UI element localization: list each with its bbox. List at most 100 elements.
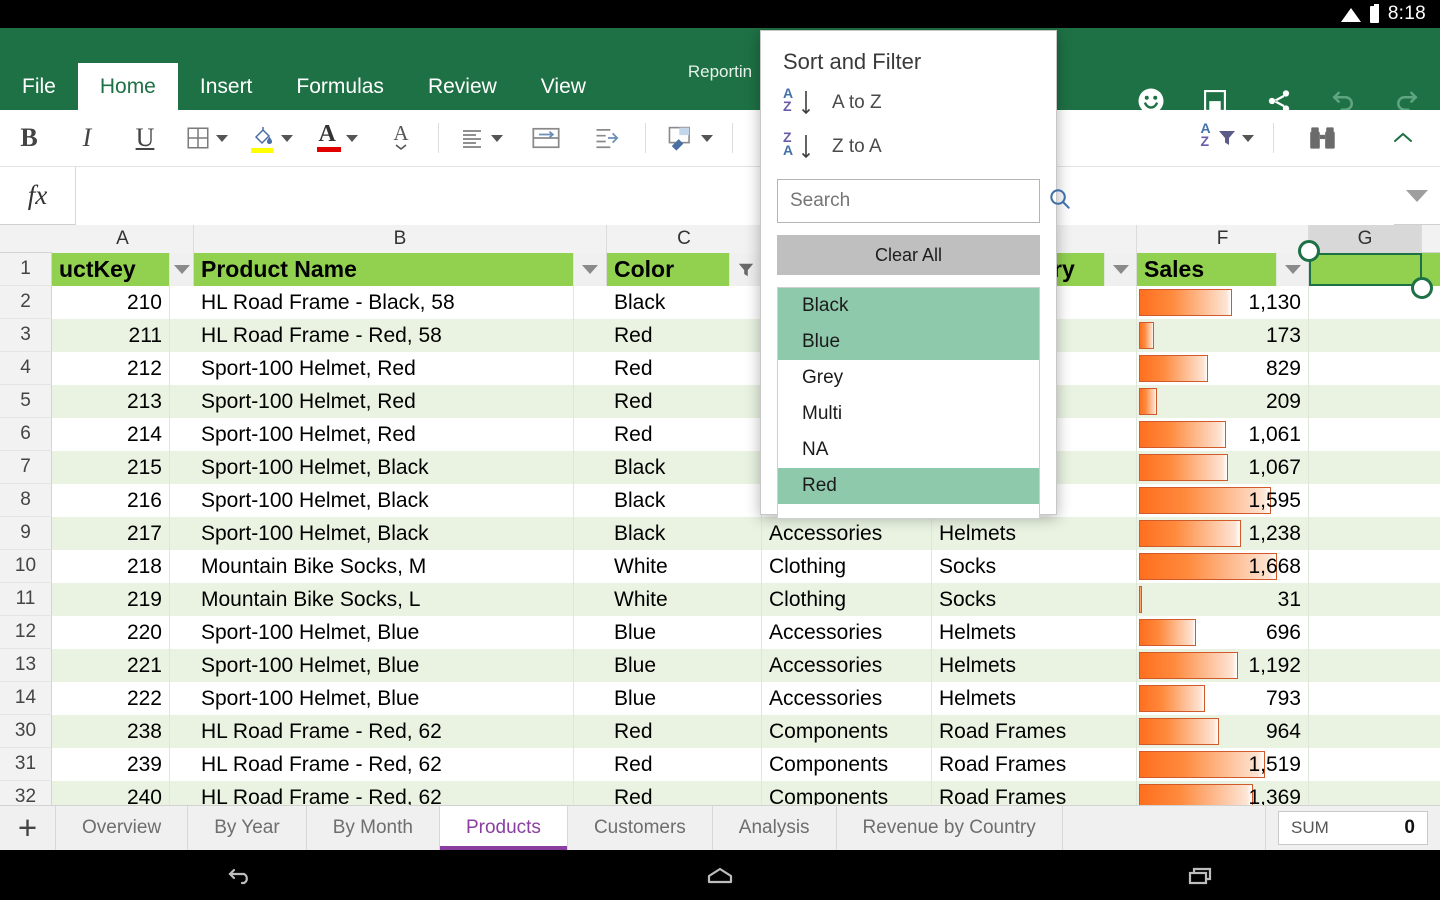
cell-sales[interactable]: 1,519 [1137, 748, 1309, 781]
table-row[interactable]: 214Sport-100 Helmet, RedRedAccessoriesHe… [52, 418, 1440, 451]
filter-item-black[interactable]: Black [778, 288, 1039, 324]
cell-subcategory[interactable]: Socks [932, 583, 1137, 616]
cell-subcategory[interactable]: Road Frames [932, 748, 1137, 781]
cell-key[interactable]: 214 [52, 418, 170, 451]
cell-key[interactable]: 213 [52, 385, 170, 418]
cell-color[interactable]: Blue [607, 616, 762, 649]
cell-category[interactable]: Accessories [762, 517, 932, 550]
cell-sales[interactable]: 696 [1137, 616, 1309, 649]
table-row[interactable]: 222 Sport-100 Helmet, Blue BlueAccessories… [52, 682, 1440, 715]
cell-key[interactable]: 219 [52, 583, 170, 616]
sort-filter-button[interactable]: AZ [1187, 122, 1267, 154]
cell-sales[interactable]: 1,668 [1137, 550, 1309, 583]
font-size-button[interactable]: A [370, 124, 432, 152]
selection-handle-bottom-right[interactable] [1411, 277, 1433, 299]
cell-color[interactable]: Blue [607, 682, 762, 715]
cell-sales[interactable]: 1,238 [1137, 517, 1309, 550]
table-row[interactable]: 215Sport-100 Helmet, BlackBlackAccessori… [52, 451, 1440, 484]
table-row[interactable]: 218Mountain Bike Socks, MWhiteClothingSo… [52, 550, 1440, 583]
row-header[interactable]: 1 [0, 253, 52, 286]
cell-category[interactable]: Accessories [762, 616, 932, 649]
row-header[interactable]: 14 [0, 682, 52, 715]
find-button[interactable] [1280, 124, 1366, 152]
table-row[interactable]: 219 Mountain Bike Socks, L WhiteClothingSo… [52, 583, 1440, 616]
column-header-g[interactable]: G [1309, 225, 1422, 253]
row-header[interactable]: 2 [0, 286, 52, 319]
borders-button[interactable] [174, 125, 238, 151]
cell-key[interactable]: 222 [52, 682, 170, 715]
table-row[interactable]: 216Sport-100 Helmet, BlackBlackAccessori… [52, 484, 1440, 517]
row-header[interactable]: 5 [0, 385, 52, 418]
ribbon-tab-home[interactable]: Home [78, 63, 178, 110]
cell-subcategory[interactable]: Road Frames [932, 715, 1137, 748]
cell-product[interactable]: Sport-100 Helmet, Blue [194, 682, 574, 715]
row-header[interactable]: 10 [0, 550, 52, 583]
cell-color[interactable]: White [607, 550, 762, 583]
filter-search-field[interactable] [777, 179, 1040, 223]
sheet-tab-by-month[interactable]: By Month [307, 806, 440, 850]
cell-sales[interactable]: 1,595 [1137, 484, 1309, 517]
cell-key[interactable]: 211 [52, 319, 170, 352]
cell-key[interactable]: 215 [52, 451, 170, 484]
table-row[interactable]: 213Sport-100 Helmet, RedRedAccessoriesHe… [52, 385, 1440, 418]
cell-sales[interactable]: 1,192 [1137, 649, 1309, 682]
table-row[interactable]: 220Sport-100 Helmet, BlueBlueAccessories… [52, 616, 1440, 649]
cell-category[interactable]: Accessories [762, 649, 932, 682]
cell-product[interactable]: Sport-100 Helmet, Black [194, 517, 574, 550]
bold-button[interactable]: B [0, 123, 58, 153]
cell-key[interactable]: 238 [52, 715, 170, 748]
cell-color[interactable]: Black [607, 451, 762, 484]
ribbon-tab-file[interactable]: File [0, 63, 78, 110]
table-row[interactable]: 238HL Road Frame - Red, 62RedComponentsR… [52, 715, 1440, 748]
cell-subcategory[interactable]: Road Frames [932, 781, 1137, 805]
row-header[interactable]: 32 [0, 781, 52, 805]
cell-sales[interactable]: 173 [1137, 319, 1309, 352]
cell-sales[interactable]: 964 [1137, 715, 1309, 748]
filter-active-icon[interactable] [730, 253, 762, 286]
cell-subcategory[interactable]: Helmets [932, 649, 1137, 682]
sort-and-filter-popup[interactable]: Sort and Filter AZ A to Z ZA Z to A Clea… [760, 30, 1057, 515]
filter-item-na[interactable]: NA [778, 432, 1039, 468]
cell-category[interactable]: Components [762, 715, 932, 748]
cell-product[interactable]: Sport-100 Helmet, Red [194, 352, 574, 385]
add-sheet-button[interactable]: + [0, 806, 56, 850]
row-header[interactable]: 4 [0, 352, 52, 385]
cell-category[interactable]: Components [762, 781, 932, 805]
table-row[interactable]: 221Sport-100 Helmet, BlueBlueAccessories… [52, 649, 1440, 682]
cell-product[interactable]: HL Road Frame - Red, 62 [194, 748, 574, 781]
spreadsheet-grid[interactable]: ABCDEFG 1uctKeyProduct NameColorCategory… [0, 225, 1440, 805]
cell-product[interactable]: Mountain Bike Socks, L [194, 583, 574, 616]
column-header-a[interactable]: A [52, 225, 194, 253]
cell-product[interactable]: Sport-100 Helmet, Black [194, 484, 574, 517]
cell-color[interactable]: Red [607, 715, 762, 748]
cell-category[interactable]: Components [762, 748, 932, 781]
column-header-f[interactable]: F [1137, 225, 1309, 253]
cell-color[interactable]: Red [607, 748, 762, 781]
cell-key[interactable]: 221 [52, 649, 170, 682]
cell-sales[interactable]: 793 [1137, 682, 1309, 715]
cell-category[interactable]: Accessories [762, 682, 932, 715]
cell-sales[interactable]: 1,369 [1137, 781, 1309, 805]
cell-sales[interactable]: 31 [1137, 583, 1309, 616]
cell-color[interactable]: Red [607, 319, 762, 352]
cell-sales[interactable]: 1,067 [1137, 451, 1309, 484]
sheet-tab-overview[interactable]: Overview [56, 806, 188, 850]
table-row[interactable]: 211HL Road Frame - Red, 58RedAccessories… [52, 319, 1440, 352]
formula-input[interactable] [76, 167, 1394, 225]
cell-color[interactable]: White [607, 583, 762, 616]
ribbon-tab-view[interactable]: View [519, 63, 608, 110]
cell-category[interactable]: Clothing [762, 583, 932, 616]
wrap-text-button[interactable] [515, 125, 577, 151]
cell-styles-button[interactable] [652, 125, 726, 151]
row-header[interactable]: 6 [0, 418, 52, 451]
ribbon-tab-formulas[interactable]: Formulas [274, 63, 406, 110]
cell-key[interactable]: 217 [52, 517, 170, 550]
cell-product[interactable]: Mountain Bike Socks, M [194, 550, 574, 583]
cell-subcategory[interactable]: Socks [932, 550, 1137, 583]
cell-product[interactable]: Sport-100 Helmet, Red [194, 385, 574, 418]
cell-key[interactable]: 210 [52, 286, 170, 319]
row-header[interactable]: 3 [0, 319, 52, 352]
cell-subcategory[interactable]: Helmets [932, 682, 1137, 715]
table-row[interactable]: 212Sport-100 Helmet, RedRedAccessoriesHe… [52, 352, 1440, 385]
italic-button[interactable]: I [58, 123, 116, 153]
